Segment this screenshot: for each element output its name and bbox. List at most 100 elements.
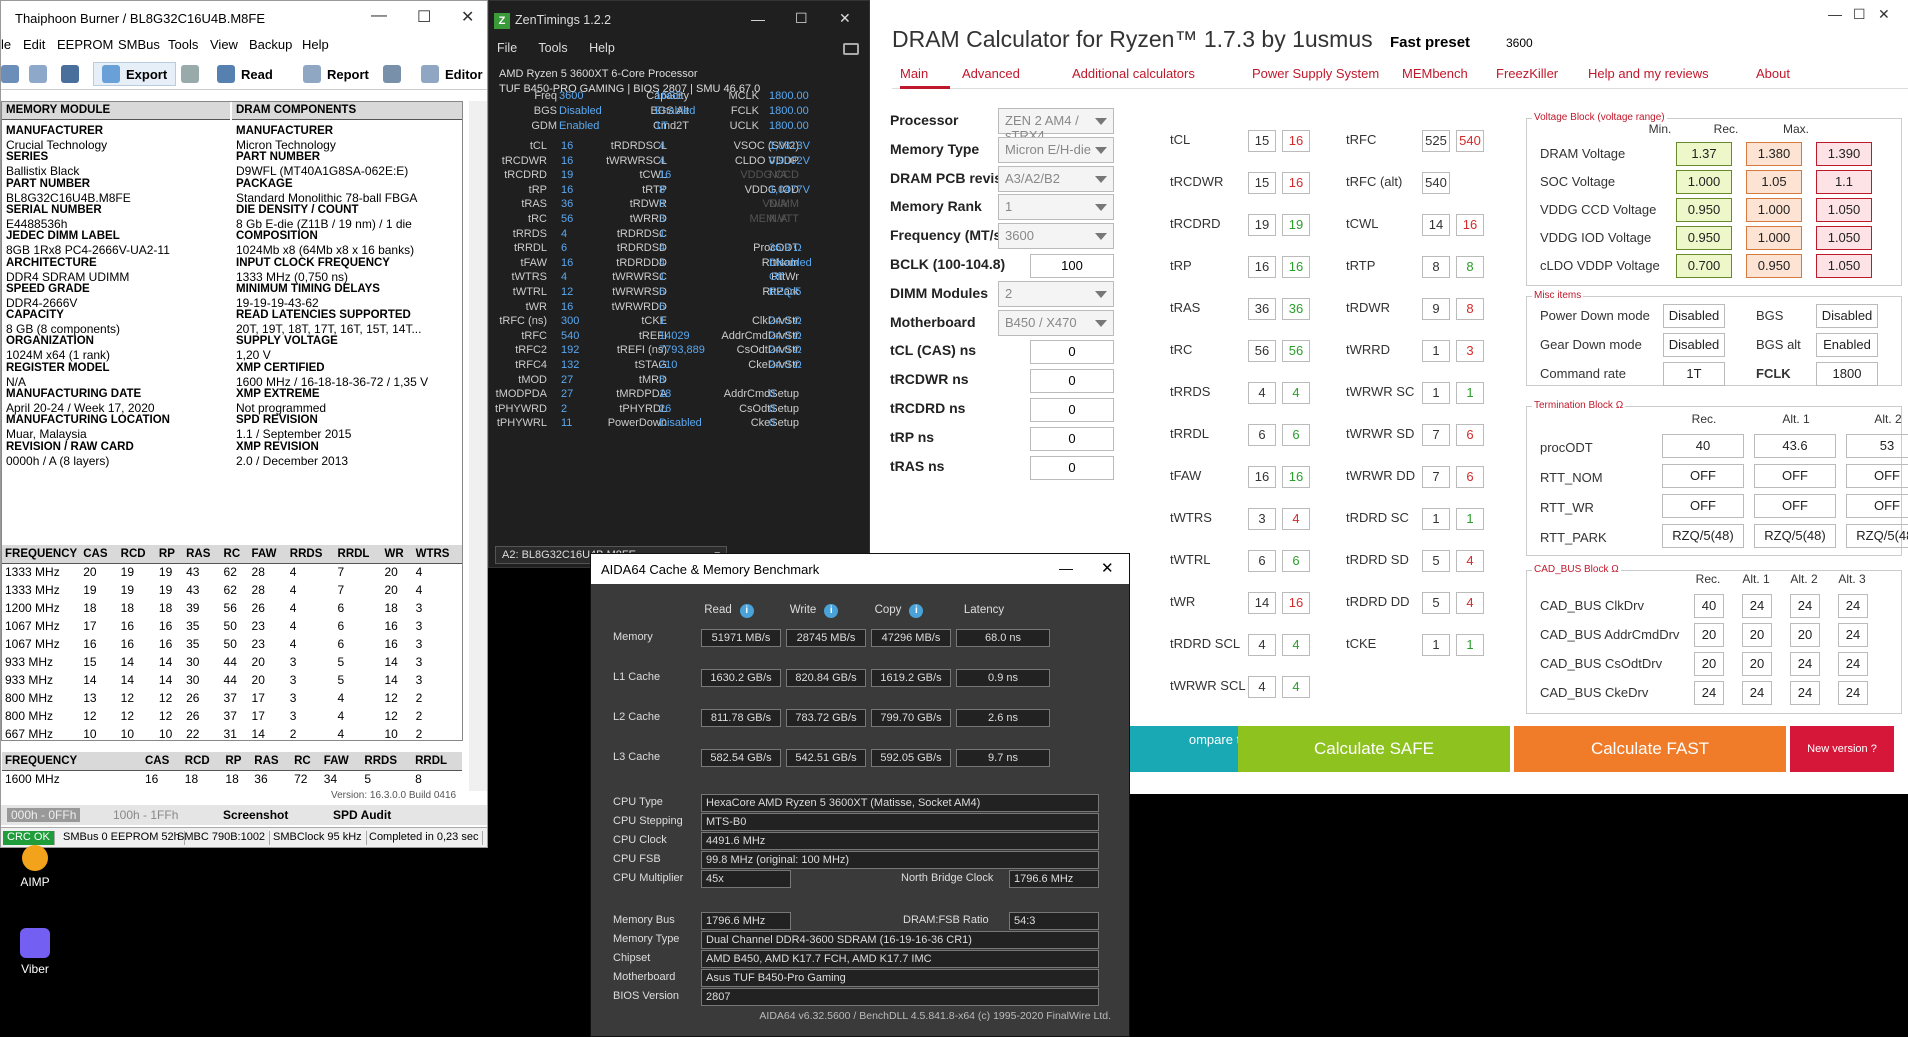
voltage-value[interactable]: 0.700 bbox=[1676, 254, 1732, 278]
tab-membench[interactable]: MEMbench bbox=[1402, 66, 1468, 81]
timing-value: 1,0477V bbox=[769, 183, 810, 196]
desktop-icon-aimp[interactable]: AIMP bbox=[5, 845, 65, 889]
param-input[interactable]: 100 bbox=[1030, 254, 1114, 278]
calculate-safe-button[interactable]: Calculate SAFE bbox=[1238, 726, 1510, 772]
voltage-value[interactable]: 1.000 bbox=[1676, 170, 1732, 194]
menu-smbus[interactable]: SMBus bbox=[118, 37, 160, 52]
export-button[interactable]: Export bbox=[93, 62, 177, 86]
lock-icon[interactable] bbox=[181, 65, 199, 83]
voltage-value[interactable]: 1.390 bbox=[1816, 142, 1872, 166]
voltage-value[interactable]: 1.050 bbox=[1816, 226, 1872, 250]
voltage-value[interactable]: 1.37 bbox=[1676, 142, 1732, 166]
menu-edit[interactable]: Edit bbox=[23, 37, 45, 52]
minimize-icon[interactable]: — bbox=[751, 11, 765, 27]
minimize-icon[interactable]: — bbox=[371, 7, 387, 25]
table-cell: 19 bbox=[83, 583, 97, 597]
menu-file[interactable]: File bbox=[497, 41, 517, 55]
voltage-value[interactable]: 1.000 bbox=[1746, 198, 1802, 222]
voltage-value[interactable]: 1.380 bbox=[1746, 142, 1802, 166]
info-icon[interactable]: i bbox=[824, 604, 839, 618]
tab-advanced[interactable]: Advanced bbox=[962, 66, 1020, 81]
voltage-value[interactable]: 1.05 bbox=[1746, 170, 1802, 194]
voltage-label: VDDG IOD Voltage bbox=[1540, 230, 1652, 245]
close-icon[interactable]: ✕ bbox=[461, 7, 474, 27]
menu-file[interactable]: le bbox=[1, 37, 11, 52]
tab-spd-audit[interactable]: SPD Audit bbox=[333, 808, 391, 822]
close-icon[interactable]: ✕ bbox=[839, 10, 851, 27]
close-icon[interactable]: ✕ bbox=[1878, 6, 1890, 23]
save-icon[interactable] bbox=[61, 65, 79, 83]
param-dropdown[interactable]: 3600 bbox=[998, 223, 1114, 250]
open-icon[interactable] bbox=[29, 65, 47, 83]
chipset-label: Chipset bbox=[613, 952, 651, 964]
voltage-value[interactable]: 0.950 bbox=[1676, 226, 1732, 250]
calculate-fast-button[interactable]: Calculate FAST bbox=[1514, 726, 1786, 772]
tab-freezkiller[interactable]: FreezKiller bbox=[1496, 66, 1558, 81]
tab-help-reviews[interactable]: Help and my reviews bbox=[1588, 66, 1709, 81]
param-dropdown[interactable]: ZEN 2 AM4 / sTRX4 bbox=[998, 108, 1114, 143]
close-icon[interactable]: ✕ bbox=[1101, 559, 1114, 577]
voltage-value[interactable]: 1.1 bbox=[1816, 170, 1872, 194]
tab-main[interactable]: Main bbox=[900, 66, 928, 81]
bench-value: 9.7 ns bbox=[956, 749, 1050, 767]
tab-100h[interactable]: 100h - 1FFh bbox=[113, 808, 178, 822]
cadbus-label: CAD_BUS CkeDrv bbox=[1540, 685, 1649, 700]
read-button[interactable]: Read bbox=[217, 62, 273, 86]
voltage-value[interactable]: 1.000 bbox=[1746, 226, 1802, 250]
cadbus-value: 24 bbox=[1838, 594, 1868, 618]
menu-eeprom[interactable]: EEPROM bbox=[57, 37, 113, 52]
chevron-down-icon bbox=[1095, 319, 1107, 327]
param-input[interactable]: 0 bbox=[1030, 426, 1114, 451]
menu-backup[interactable]: Backup bbox=[249, 37, 292, 52]
minimize-icon[interactable]: — bbox=[1059, 560, 1073, 576]
maximize-icon[interactable]: ☐ bbox=[795, 10, 808, 27]
timing-label: tREFI bbox=[638, 329, 667, 342]
table-cell: 4 bbox=[289, 565, 297, 580]
tab-about[interactable]: About bbox=[1756, 66, 1790, 81]
param-dropdown[interactable]: Micron E/H-die bbox=[998, 136, 1114, 163]
tab-additional-calculators[interactable]: Additional calculators bbox=[1072, 66, 1195, 81]
desktop-icon-viber[interactable]: Viber bbox=[5, 928, 65, 976]
maximize-icon[interactable]: ☐ bbox=[417, 7, 431, 27]
param-input[interactable]: 0 bbox=[1030, 398, 1114, 422]
timing-value: 8 bbox=[659, 373, 666, 386]
new-version-button[interactable]: New version ? bbox=[1790, 726, 1894, 772]
param-dropdown[interactable]: 1 bbox=[998, 194, 1114, 221]
wrench-icon[interactable] bbox=[1, 65, 19, 83]
voltage-value[interactable]: 0.950 bbox=[1676, 198, 1732, 222]
param-input[interactable]: 0 bbox=[1030, 369, 1114, 394]
param-dropdown[interactable]: B450 / X470 bbox=[998, 309, 1114, 336]
minimize-icon[interactable]: — bbox=[1828, 6, 1842, 22]
param-input[interactable]: 0 bbox=[1030, 455, 1114, 480]
scrollbar[interactable] bbox=[469, 101, 487, 791]
menu-tools[interactable]: Tools bbox=[538, 41, 567, 55]
voltage-value[interactable]: 1.050 bbox=[1816, 254, 1872, 278]
column-label: Write bbox=[789, 604, 817, 616]
command-rate-label: Command rate bbox=[1540, 366, 1626, 381]
voltage-value[interactable]: 1.050 bbox=[1816, 198, 1872, 222]
timing-label: tWRWR SCL bbox=[1170, 678, 1246, 693]
camera-icon[interactable] bbox=[843, 43, 859, 55]
tools-icon[interactable] bbox=[383, 65, 401, 83]
tab-power-supply[interactable]: Power Supply System bbox=[1252, 66, 1379, 81]
param-dropdown[interactable]: 2 bbox=[998, 280, 1114, 307]
timing-label: tRRDS bbox=[1170, 384, 1211, 399]
param-input[interactable]: 0 bbox=[1030, 340, 1114, 365]
menu-view[interactable]: View bbox=[210, 37, 238, 52]
maximize-icon[interactable]: ☐ bbox=[1853, 6, 1866, 23]
report-button[interactable]: Report bbox=[303, 62, 369, 86]
info-icon[interactable]: i bbox=[739, 604, 754, 618]
timing-value: 4 bbox=[1248, 676, 1276, 698]
field-key: Minimum Timing Delays bbox=[236, 282, 380, 295]
menu-help[interactable]: Help bbox=[589, 41, 615, 55]
menu-help[interactable]: Help bbox=[302, 37, 329, 52]
table-cell: 3 bbox=[289, 691, 297, 705]
tab-000h[interactable]: 000h - 0FFh bbox=[7, 808, 81, 822]
menu-tools[interactable]: Tools bbox=[168, 37, 198, 52]
field-key: Speed Grade bbox=[6, 282, 90, 295]
editor-button[interactable]: Editor bbox=[421, 62, 483, 86]
param-dropdown[interactable]: A3/A2/B2 bbox=[998, 165, 1114, 192]
tab-screenshot[interactable]: Screenshot bbox=[223, 808, 288, 822]
voltage-value[interactable]: 0.950 bbox=[1746, 254, 1802, 278]
info-icon[interactable]: i bbox=[909, 604, 924, 618]
